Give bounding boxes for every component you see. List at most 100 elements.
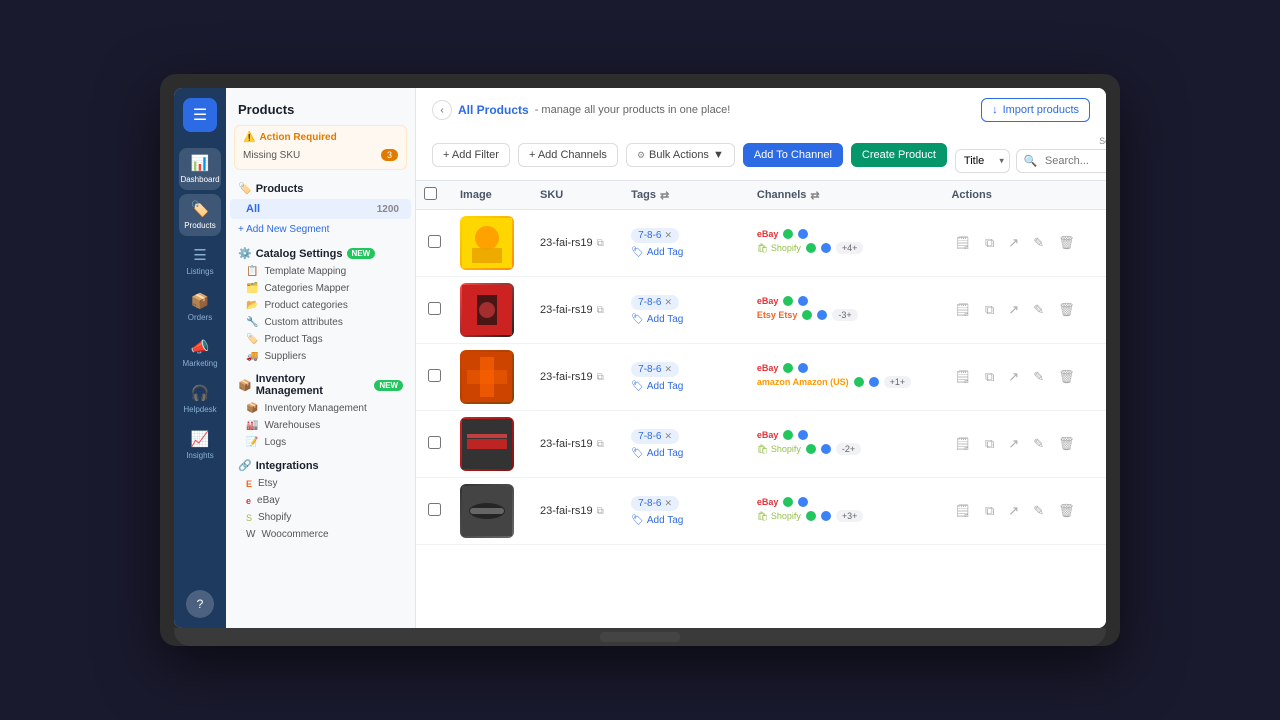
sidebar-item-custom-attributes[interactable]: 🔧 Custom attributes: [226, 314, 415, 331]
row-2-view-icon[interactable]: 🗒: [951, 299, 974, 321]
row-5-edit-icon[interactable]: ✎: [1030, 500, 1047, 522]
row-4-copy-icon[interactable]: ⧉: [597, 439, 604, 450]
row-2-export-icon[interactable]: ↗: [1005, 299, 1022, 321]
ebay-channel-icon-3: eBay: [757, 363, 779, 373]
nav-item-insights[interactable]: 📈 Insights: [179, 424, 221, 466]
alert-item-missing-sku[interactable]: Missing SKU 3: [243, 147, 398, 163]
row-3-add-tag-btn[interactable]: 🏷 Add Tag: [631, 381, 683, 392]
row-2-edit-icon[interactable]: ✎: [1030, 299, 1047, 321]
row-1-export-icon[interactable]: ↗: [1005, 232, 1022, 254]
row-5-checkbox[interactable]: [428, 503, 441, 516]
row-2-sku-cell: 23-fai-rs19 ⧉: [532, 277, 623, 344]
row-5-duplicate-icon[interactable]: ⧉: [982, 500, 997, 522]
orders-icon: 📦: [191, 292, 210, 310]
create-product-button[interactable]: Create Product: [851, 143, 947, 167]
row-4-more-channels[interactable]: -2+: [836, 443, 861, 455]
row-5-view-icon[interactable]: 🗒: [951, 500, 974, 522]
help-button[interactable]: ?: [186, 590, 214, 618]
bulk-icon: ⚙: [637, 150, 645, 161]
select-all-checkbox[interactable]: [424, 187, 437, 200]
nav-item-helpdesk[interactable]: 🎧 Helpdesk: [179, 378, 221, 420]
sidebar-item-suppliers[interactable]: 🚚 Suppliers: [226, 348, 415, 365]
nav-item-orders[interactable]: 📦 Orders: [179, 286, 221, 328]
row-2-more-channels[interactable]: -3+: [832, 309, 857, 321]
row-1-delete-icon[interactable]: 🗑: [1055, 232, 1078, 254]
back-icon: ‹: [440, 105, 443, 116]
row-1-copy-icon[interactable]: ⧉: [597, 238, 604, 249]
row-5-copy-icon[interactable]: ⧉: [597, 506, 604, 517]
row-3-tag-remove-icon[interactable]: ✕: [665, 364, 673, 375]
row-2-tag-remove-icon[interactable]: ✕: [665, 297, 673, 308]
row-3-actions: 🗒 ⧉ ↗ ✎ 🗑: [951, 366, 1098, 388]
sidebar-item-all[interactable]: All 1200: [230, 199, 411, 219]
row-3-checkbox[interactable]: [428, 369, 441, 382]
row-1-view-icon[interactable]: 🗒: [951, 232, 974, 254]
channels-sort-icon[interactable]: ⇄: [810, 189, 819, 202]
row-5-more-channels[interactable]: +3+: [836, 510, 864, 522]
nav-item-products[interactable]: 🏷️ Products: [179, 194, 221, 236]
row-3-view-icon[interactable]: 🗒: [951, 366, 974, 388]
row-4-delete-icon[interactable]: 🗑: [1055, 433, 1078, 455]
bulk-chevron-icon: ▼: [713, 149, 724, 161]
row-2-copy-icon[interactable]: ⧉: [597, 305, 604, 316]
add-segment-btn[interactable]: + Add New Segment: [226, 220, 415, 239]
sidebar-item-logs[interactable]: 📝 Logs: [226, 434, 415, 451]
row-4-view-icon[interactable]: 🗒: [951, 433, 974, 455]
row-1-add-tag-btn[interactable]: 🏷 Add Tag: [631, 247, 683, 258]
ebay-channel-icon-4: eBay: [757, 430, 779, 440]
sidebar-item-ebay[interactable]: e eBay: [226, 492, 415, 509]
sidebar-item-product-tags[interactable]: 🏷️ Product Tags: [226, 331, 415, 348]
sidebar-item-product-categories[interactable]: 📂 Product categories: [226, 297, 415, 314]
row-1-checkbox[interactable]: [428, 235, 441, 248]
row-4-add-tag-btn[interactable]: 🏷 Add Tag: [631, 448, 683, 459]
inventory-badge: NEW: [374, 380, 403, 391]
row-2-add-tag-btn[interactable]: 🏷 Add Tag: [631, 314, 683, 325]
row-1-duplicate-icon[interactable]: ⧉: [982, 232, 997, 254]
row-4-tag-remove-icon[interactable]: ✕: [665, 431, 673, 442]
row-3-more-channels[interactable]: +1+: [884, 376, 912, 388]
row-4-duplicate-icon[interactable]: ⧉: [982, 433, 997, 455]
row-3-duplicate-icon[interactable]: ⧉: [982, 366, 997, 388]
row-3-delete-icon[interactable]: 🗑: [1055, 366, 1078, 388]
row-5-add-tag-btn[interactable]: 🏷 Add Tag: [631, 515, 683, 526]
row-1-more-channels[interactable]: +4+: [836, 242, 864, 254]
row-1-edit-icon[interactable]: ✎: [1030, 232, 1047, 254]
sidebar-item-warehouses[interactable]: 🏭 Warehouses: [226, 417, 415, 434]
sidebar-item-inventory-management[interactable]: 📦 Inventory Management: [226, 400, 415, 417]
row-3-tags-cell: 7-8-6 ✕ 🏷 Add Tag: [623, 344, 749, 411]
row-3-edit-icon[interactable]: ✎: [1030, 366, 1047, 388]
row-2-delete-icon[interactable]: 🗑: [1055, 299, 1078, 321]
sidebar-item-template-mapping[interactable]: 📋 Template Mapping: [226, 263, 415, 280]
row-5-tag-remove-icon[interactable]: ✕: [665, 498, 673, 509]
import-products-button[interactable]: ↓ Import products: [981, 98, 1090, 122]
row-3-copy-icon[interactable]: ⧉: [597, 372, 604, 383]
nav-item-marketing[interactable]: 📣 Marketing: [179, 332, 221, 374]
row-4-sku: 23-fai-rs19: [540, 438, 593, 450]
row-3-export-icon[interactable]: ↗: [1005, 366, 1022, 388]
amazon-status-1: [854, 377, 864, 387]
tags-sort-icon[interactable]: ⇄: [660, 189, 669, 202]
row-2-duplicate-icon[interactable]: ⧉: [982, 299, 997, 321]
bulk-actions-button[interactable]: ⚙ Bulk Actions ▼: [626, 143, 735, 167]
add-tag-icon-2: 🏷: [631, 314, 644, 325]
row-5-export-icon[interactable]: ↗: [1005, 500, 1022, 522]
add-filter-button[interactable]: + Add Filter: [432, 143, 510, 167]
add-to-channel-button[interactable]: Add To Channel: [743, 143, 843, 167]
row-4-edit-icon[interactable]: ✎: [1030, 433, 1047, 455]
sidebar-item-shopify[interactable]: S Shopify: [226, 509, 415, 526]
add-channels-button[interactable]: + Add Channels: [518, 143, 618, 167]
nav-item-dashboard[interactable]: 📊 Dashboard: [179, 148, 221, 190]
row-1-tag-remove-icon[interactable]: ✕: [665, 230, 673, 241]
sidebar-item-etsy[interactable]: E Etsy: [226, 475, 415, 492]
back-button[interactable]: ‹: [432, 100, 452, 120]
row-5-delete-icon[interactable]: 🗑: [1055, 500, 1078, 522]
nav-item-listings[interactable]: ☰ Listings: [179, 240, 221, 282]
sidebar-item-woocommerce[interactable]: W Woocommerce: [226, 526, 415, 543]
row-4-export-icon[interactable]: ↗: [1005, 433, 1022, 455]
sidebar-item-categories-mapper[interactable]: 🗂️ Categories Mapper: [226, 280, 415, 297]
app-logo[interactable]: ☰: [183, 98, 217, 132]
row-2-checkbox[interactable]: [428, 302, 441, 315]
row-4-checkbox[interactable]: [428, 436, 441, 449]
row-5-tag: 7-8-6 ✕: [631, 496, 679, 511]
title-select[interactable]: Title: [955, 149, 1010, 173]
